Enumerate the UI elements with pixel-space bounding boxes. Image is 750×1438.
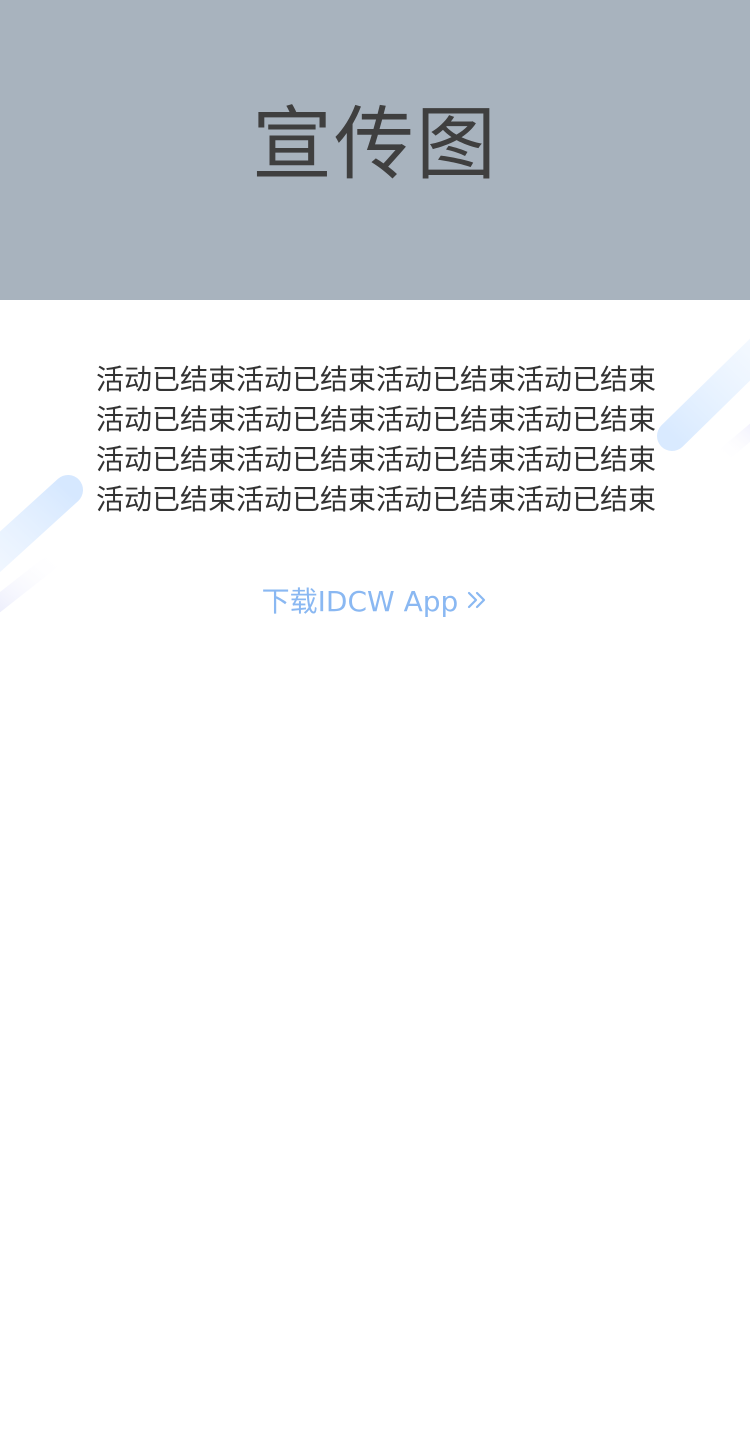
- promo-banner: 宣传图: [0, 0, 750, 300]
- promo-page: 宣传图 活动已结束活动已结束活动已结束活动已结束活动已结束活动已结束活动已结束活…: [0, 0, 750, 1438]
- download-link-label: 下载IDCW App: [261, 585, 459, 618]
- right-decor-stripes: [657, 338, 750, 465]
- banner-title: 宣传图: [252, 98, 498, 191]
- activity-ended-message: 活动已结束活动已结束活动已结束活动已结束活动已结束活动已结束活动已结束活动已结束…: [96, 363, 657, 516]
- download-app-link[interactable]: 下载IDCW App: [0, 580, 750, 620]
- double-chevron-right-icon: [466, 589, 488, 611]
